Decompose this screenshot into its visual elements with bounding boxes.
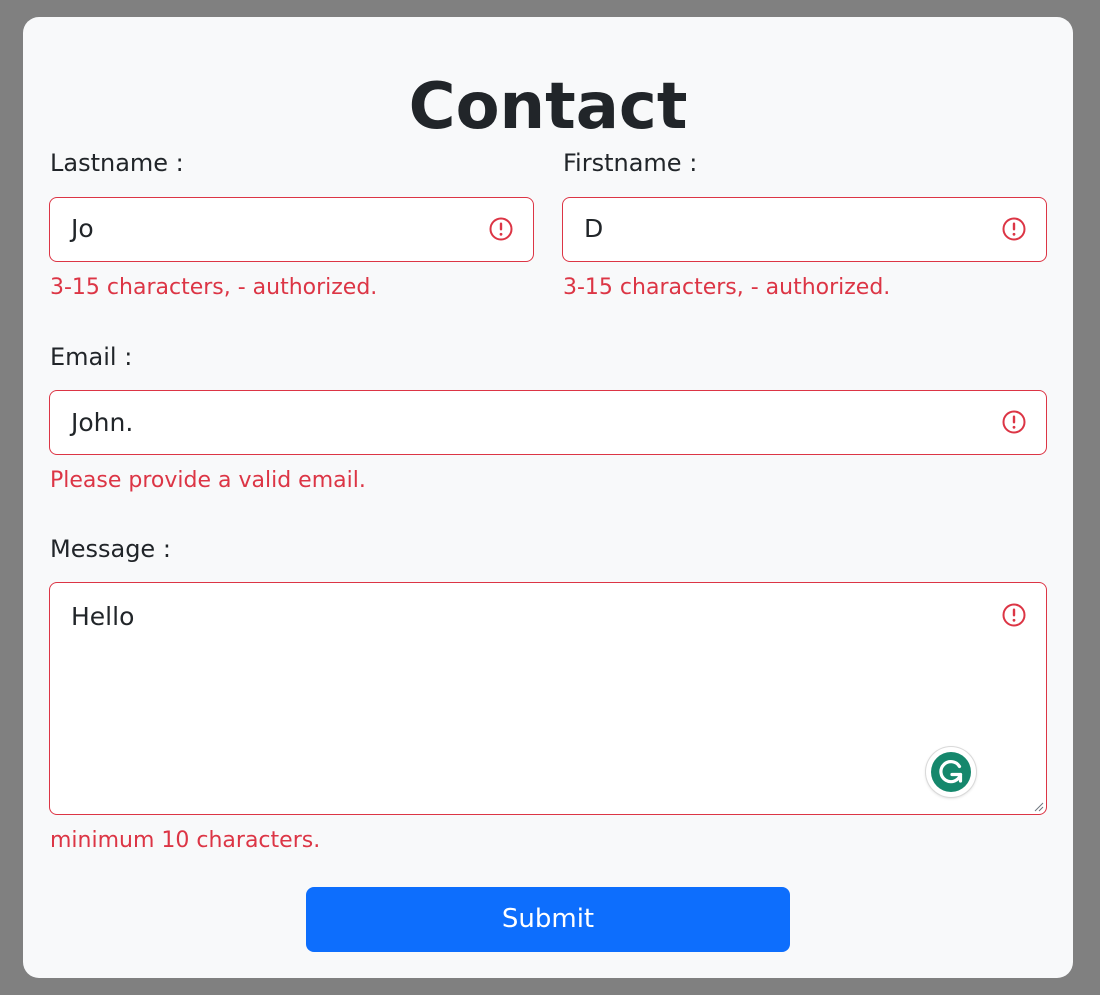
- firstname-label: Firstname :: [563, 149, 698, 177]
- email-label: Email :: [50, 343, 133, 371]
- message-error: minimum 10 characters.: [50, 828, 321, 853]
- firstname-error: 3-15 characters, - authorized.: [563, 275, 891, 300]
- lastname-input[interactable]: Jo: [49, 197, 534, 262]
- message-value: Hello: [71, 602, 135, 631]
- lastname-label: Lastname :: [50, 149, 184, 177]
- exclamation-circle-icon: [489, 217, 513, 241]
- email-input[interactable]: John.: [49, 390, 1047, 455]
- resize-handle-icon[interactable]: [1034, 802, 1044, 812]
- message-textarea[interactable]: Hello: [49, 582, 1047, 815]
- message-label: Message :: [50, 535, 171, 563]
- exclamation-circle-icon: [1002, 217, 1026, 241]
- exclamation-circle-icon: [1002, 410, 1026, 434]
- grammarly-icon: [931, 752, 971, 792]
- submit-button[interactable]: Submit: [306, 887, 790, 952]
- exclamation-circle-icon: [1002, 603, 1026, 627]
- firstname-value: D: [584, 214, 604, 243]
- firstname-input[interactable]: D: [562, 197, 1047, 262]
- email-value: John.: [71, 408, 134, 437]
- email-error: Please provide a valid email.: [50, 468, 366, 493]
- lastname-value: Jo: [71, 214, 94, 243]
- lastname-error: 3-15 characters, - authorized.: [50, 275, 378, 300]
- page-title: Contact: [408, 70, 688, 144]
- grammarly-button[interactable]: [926, 747, 976, 797]
